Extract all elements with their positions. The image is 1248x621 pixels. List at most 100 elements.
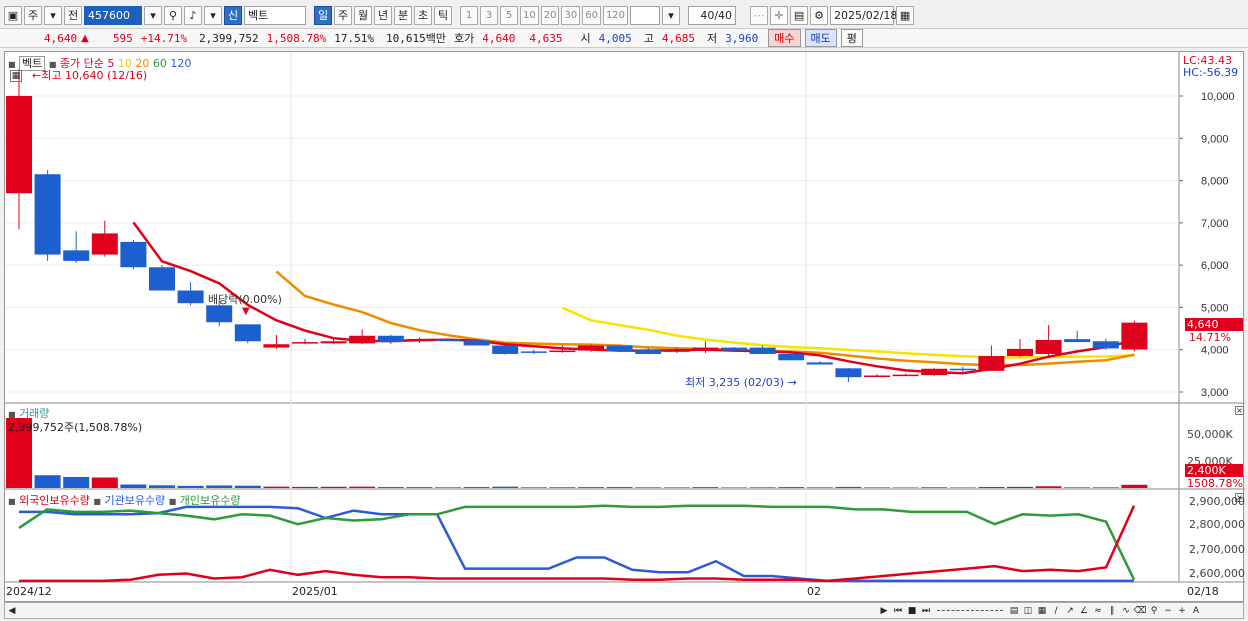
drag-mode-icon[interactable]: ⋯ [750,5,769,25]
volume-bar [492,486,519,488]
save-icon[interactable]: ▤ [790,5,809,25]
interval-button[interactable]: 20 [540,5,560,25]
candle-body [377,335,404,343]
interval-button[interactable]: 1 [460,5,478,25]
code-dropdown-icon[interactable]: ▾ [144,5,162,25]
period-monthly-button[interactable]: 월 [354,5,372,25]
period-weekly-button[interactable]: 주 [334,5,352,25]
volume-info: 2,399,752주(1,508.78%) [8,421,143,434]
candle-body [749,347,776,354]
interval-button[interactable]: 120 [602,5,629,25]
dropdown-arrow-icon[interactable]: ▾ [44,5,62,25]
date-field[interactable]: 2025/02/18 [830,5,898,25]
gear-icon[interactable]: ⚙ [810,5,829,25]
interval-button[interactable]: 60 [582,5,601,25]
channel-tool-icon[interactable]: ∥ [1105,604,1119,617]
ask-price-1: 4,640 [482,31,516,45]
speaker-icon[interactable]: ♪ [184,5,202,25]
candle-body [1064,339,1091,343]
period-tick-button[interactable]: 틱 [434,5,452,25]
market-select[interactable]: 주 [24,5,42,25]
market-label: 주 [27,9,39,22]
holdings-axis-label: 2,600,000 [1189,567,1245,580]
window-menu-icon[interactable]: ▣ [4,5,22,25]
volume-last-percent: 1508.78% [1187,477,1243,490]
period-second-button[interactable]: 초 [414,5,432,25]
holdings-axis-label: 2,700,000 [1189,543,1245,556]
sell-button[interactable]: 매도 [804,29,837,47]
fibo-tool-icon[interactable]: ≈ [1091,604,1105,617]
interval-button[interactable]: 5 [500,5,518,25]
legend-bullet-icon: ■ [93,497,101,506]
candle-body [806,362,833,365]
buy-button[interactable]: 매수 [768,29,801,47]
copy-icon[interactable]: ◫ [1021,604,1035,617]
candle-body [835,368,862,378]
rewind-icon[interactable]: ⏮ [891,604,905,617]
candle-body [1121,322,1148,350]
bar-count-field[interactable]: 40/40 [688,5,737,25]
ma-5-line [132,221,1135,375]
period-daily-button[interactable]: 일 [314,5,332,25]
volume-bar [435,487,461,488]
zoom-in-icon[interactable]: + [1175,604,1189,617]
interval-button[interactable]: 3 [480,5,498,25]
auto-scale-icon[interactable]: A [1189,604,1203,617]
volume-bar [806,487,833,488]
calendar-icon[interactable]: ▦ [896,5,915,25]
tile-icon[interactable]: ▦ [1035,604,1049,617]
candle-body [778,353,805,361]
date-value: 2025/02/18 [834,8,898,22]
stop-icon[interactable]: ■ [905,604,919,617]
min-price-annotation: 최저 3,235 (02/03) → [685,376,797,389]
interval-custom-input[interactable] [630,5,661,25]
zoom-search-icon[interactable]: ⚲ [1147,604,1161,617]
prev-button[interactable]: 전 [64,5,82,25]
layout-icon[interactable]: ▤ [1007,604,1021,617]
zoom-out-icon[interactable]: − [1161,604,1175,617]
legend-individual[interactable]: 개인보유수량 [180,494,241,507]
legend-institution[interactable]: 기관보유수량 [104,494,165,507]
legend-foreign[interactable]: 외국인보유수량 [19,494,90,507]
volume-bar [377,487,404,488]
candle-body [1092,341,1119,349]
volume-panel-close-icon[interactable]: × [1235,406,1244,415]
stock-code-input[interactable]: 457600 [84,5,142,25]
interval-button[interactable]: 10 [520,5,539,25]
volume-bar [120,484,147,488]
line-tool-icon[interactable]: ∕ [1049,604,1063,617]
eraser-icon[interactable]: ⌫ [1133,604,1147,617]
trade-amount: 10,615백만 [386,32,447,45]
speaker-dropdown-icon[interactable]: ▾ [204,5,222,25]
candle-body [921,368,948,376]
crosshair-icon[interactable]: ✛ [770,5,789,25]
legend-ma-120[interactable]: 120 [170,57,191,70]
search-icon[interactable]: ⚲ [164,5,182,25]
zoom-slider[interactable] [937,610,1003,611]
angle-tool-icon[interactable]: ∠ [1077,604,1091,617]
price-tick-label: 5,000 [1201,302,1229,314]
price-tick-label: 3,000 [1201,387,1229,399]
fast-forward-icon[interactable]: ⏭ [919,604,933,617]
chart-area[interactable]: 3,000 4,000 5,000 6,000 7,000 8,000 9,000 10,00… [4,51,1245,603]
trend-tool-icon[interactable]: ↗ [1063,604,1077,617]
period-yearly-button[interactable]: 년 [374,5,392,25]
stock-name-field[interactable]: 벡트 [244,5,306,25]
legend-bullet-icon: ■ [168,497,177,506]
scroll-right-icon[interactable]: ▶ [877,604,891,617]
price-chart-svg[interactable]: 3,000 4,000 5,000 6,000 7,000 8,000 9,000 10,00… [5,52,1245,603]
calendar-marker-icon[interactable]: ▦ [10,70,22,82]
period-minute-button[interactable]: 분 [394,5,412,25]
interval-dropdown-icon[interactable]: ▾ [662,5,681,25]
interval-button[interactable]: 30 [561,5,581,25]
candle-body [1007,348,1033,357]
volume-bar [663,487,690,488]
wave-tool-icon[interactable]: ∿ [1119,604,1133,617]
foreign-holdings-line [19,505,1136,583]
eval-button[interactable]: 평 [840,29,863,47]
legend-ma-60[interactable]: 60 [153,57,167,70]
scroll-left-icon[interactable]: ◀ [5,604,19,617]
volume-bar [778,487,805,488]
volume-bar [63,476,90,488]
candle-body [177,290,204,304]
